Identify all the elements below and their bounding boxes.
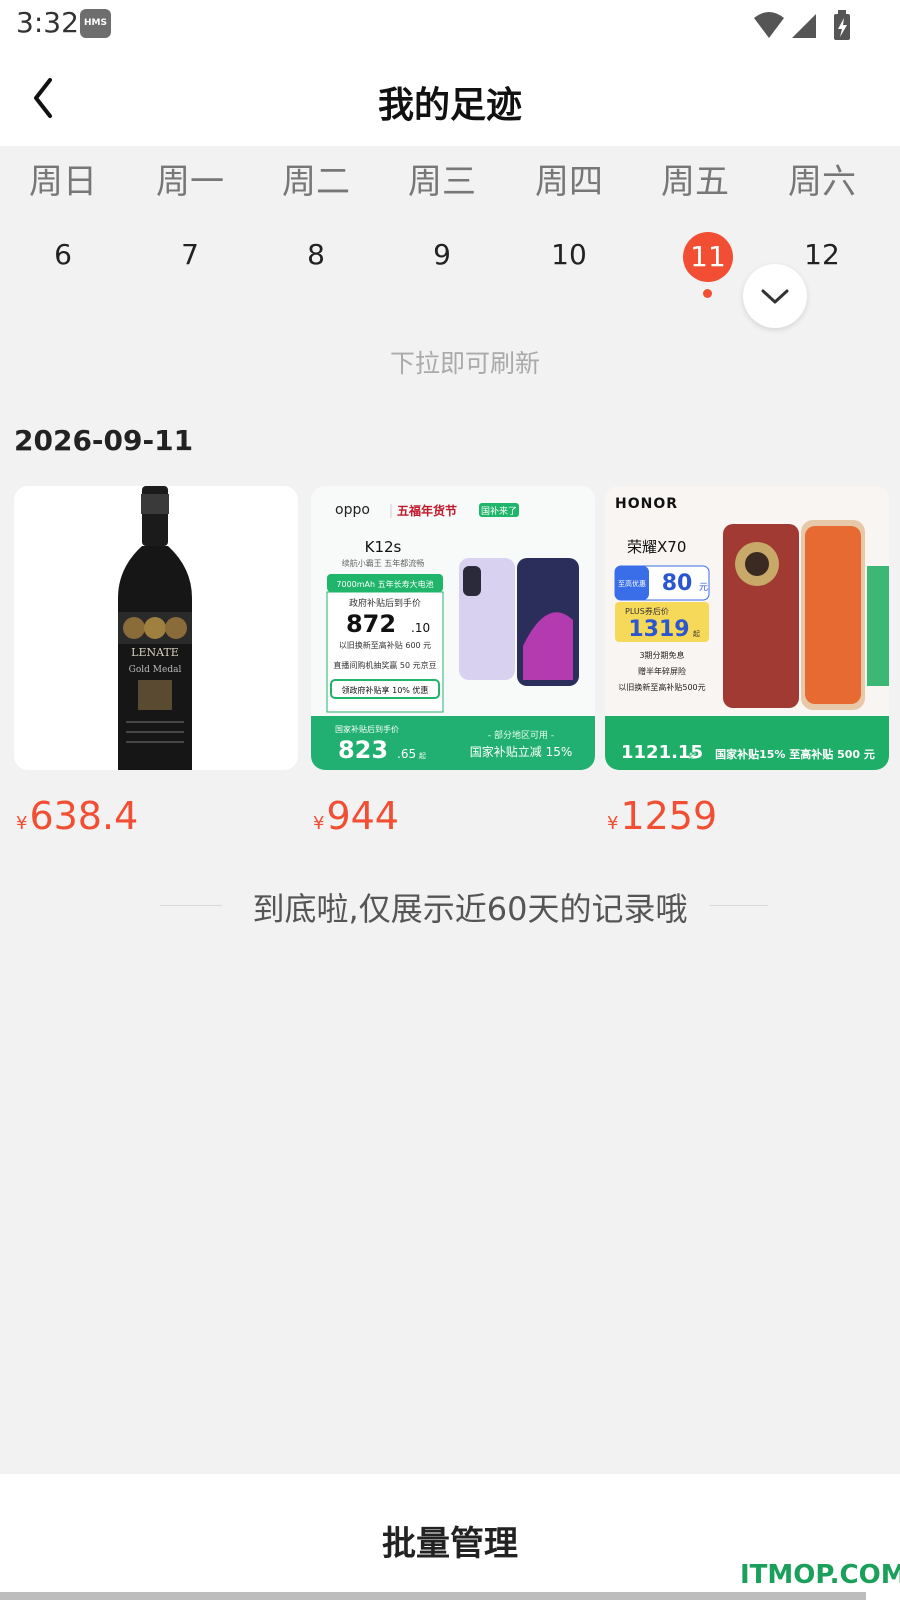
svg-text:oppo: oppo <box>335 502 370 518</box>
wine-label-text: LENATE <box>131 646 179 659</box>
wifi-icon <box>754 12 784 38</box>
svg-text:PLUS券后价: PLUS券后价 <box>625 606 669 616</box>
svg-text:823: 823 <box>338 736 388 764</box>
date-9[interactable]: 9 <box>392 232 492 278</box>
price-currency: ¥ <box>313 813 325 834</box>
date-6[interactable]: 6 <box>13 232 113 278</box>
svg-text:以旧换新至高补贴500元: 以旧换新至高补贴500元 <box>618 682 705 692</box>
svg-text:872: 872 <box>346 610 396 638</box>
chevron-down-icon <box>761 289 789 304</box>
svg-text:.65: .65 <box>397 747 416 761</box>
svg-text:起: 起 <box>689 752 696 760</box>
svg-text:赠半年碎屏险: 赠半年碎屏险 <box>638 666 686 676</box>
status-icons <box>754 10 850 40</box>
svg-text:五福年货节: 五福年货节 <box>397 503 457 518</box>
weekday-label: 周二 <box>282 162 350 202</box>
svg-text:起: 起 <box>419 752 426 760</box>
weekday-label: 周六 <box>788 162 856 202</box>
honor-ad-image: HONOR 荣耀X70 至高优惠 80 元 PLUS券后价 1319 起 3期分… <box>605 486 889 770</box>
svg-text:国家补贴15% 至高补贴 500 元: 国家补贴15% 至高补贴 500 元 <box>715 747 875 761</box>
weekday-label: 周五 <box>661 162 729 202</box>
batch-manage-button[interactable]: 批量管理 <box>0 1516 900 1565</box>
product-card-oppo[interactable]: oppo 五福年货节 国补来了 K12s 续航小霸王 五年都流畅 7000mAh… <box>311 486 595 770</box>
date-10[interactable]: 10 <box>519 232 619 278</box>
svg-text:国家补贴后到手价: 国家补贴后到手价 <box>335 724 399 734</box>
svg-text:.10: .10 <box>411 621 430 635</box>
home-indicator <box>0 1592 866 1600</box>
divider-right <box>710 905 768 906</box>
price-currency: ¥ <box>607 813 619 834</box>
weekday-label: 周日 <box>29 162 97 202</box>
product-card-honor[interactable]: HONOR 荣耀X70 至高优惠 80 元 PLUS券后价 1319 起 3期分… <box>605 486 889 770</box>
battery-charging-icon <box>834 10 850 40</box>
selected-dot <box>703 289 712 298</box>
svg-text:K12s: K12s <box>365 538 402 556</box>
price-value: 944 <box>326 794 399 838</box>
product-card-wine[interactable]: LENATE Gold Medal <box>14 486 298 770</box>
section-date: 2026-09-11 <box>14 424 194 457</box>
product-price: ¥638.4 <box>16 794 138 838</box>
svg-text:3期分期免息: 3期分期免息 <box>639 650 684 660</box>
oppo-ad-image: oppo 五福年货节 国补来了 K12s 续航小霸王 五年都流畅 7000mAh… <box>311 486 595 770</box>
svg-text:80: 80 <box>662 571 693 596</box>
svg-text:荣耀X70: 荣耀X70 <box>627 538 686 556</box>
page-title: 我的足迹 <box>377 85 522 126</box>
svg-text:以旧换新至高补贴 600 元: 以旧换新至高补贴 600 元 <box>339 640 431 650</box>
date-7[interactable]: 7 <box>140 232 240 278</box>
svg-text:国补来了: 国补来了 <box>481 505 517 517</box>
hms-badge: HMS <box>80 9 111 38</box>
date-11-selected[interactable]: 11 <box>683 232 733 282</box>
svg-text:1319: 1319 <box>628 617 689 642</box>
svg-text:起: 起 <box>693 630 700 638</box>
expand-calendar-button[interactable] <box>743 264 807 328</box>
end-of-list-message: 到底啦,仅展示近60天的记录哦 <box>252 890 688 928</box>
svg-text:领政府补贴享 10% 优惠: 领政府补贴享 10% 优惠 <box>342 685 429 695</box>
watermark: ITMOP.COM <box>740 1560 900 1590</box>
signal-icon <box>792 14 816 38</box>
svg-text:国家补贴立减 15%: 国家补贴立减 15% <box>470 744 573 759</box>
svg-text:政府补贴后到手价: 政府补贴后到手价 <box>349 597 421 609</box>
price-value: 1259 <box>620 794 718 838</box>
svg-text:HONOR: HONOR <box>615 496 678 512</box>
weekday-label: 周三 <box>408 162 476 202</box>
price-currency: ¥ <box>16 813 28 834</box>
svg-text:直播间购机抽奖赢 50 元京豆: 直播间购机抽奖赢 50 元京豆 <box>333 660 436 670</box>
svg-text:- 部分地区可用 -: - 部分地区可用 - <box>488 729 554 741</box>
date-8[interactable]: 8 <box>266 232 366 278</box>
svg-text:续航小霸王 五年都流畅: 续航小霸王 五年都流畅 <box>342 558 425 568</box>
weekday-label: 周四 <box>535 162 603 202</box>
pull-refresh-hint: 下拉即可刷新 <box>389 349 540 378</box>
svg-text:元: 元 <box>699 583 708 593</box>
price-value: 638.4 <box>29 794 139 838</box>
status-time: 3:32 <box>16 6 79 39</box>
wine-bottle-image: LENATE Gold Medal <box>118 486 192 770</box>
product-price: ¥1259 <box>607 794 717 838</box>
product-price: ¥944 <box>313 794 399 838</box>
weekday-label: 周一 <box>156 162 224 202</box>
svg-text:至高优惠: 至高优惠 <box>618 579 646 588</box>
weekday-row: 周日 周一 周二 周三 周四 周五 周六 <box>0 154 900 204</box>
wine-label-sub: Gold Medal <box>129 665 182 675</box>
svg-text:7000mAh 五年长寿大电池: 7000mAh 五年长寿大电池 <box>336 579 433 589</box>
